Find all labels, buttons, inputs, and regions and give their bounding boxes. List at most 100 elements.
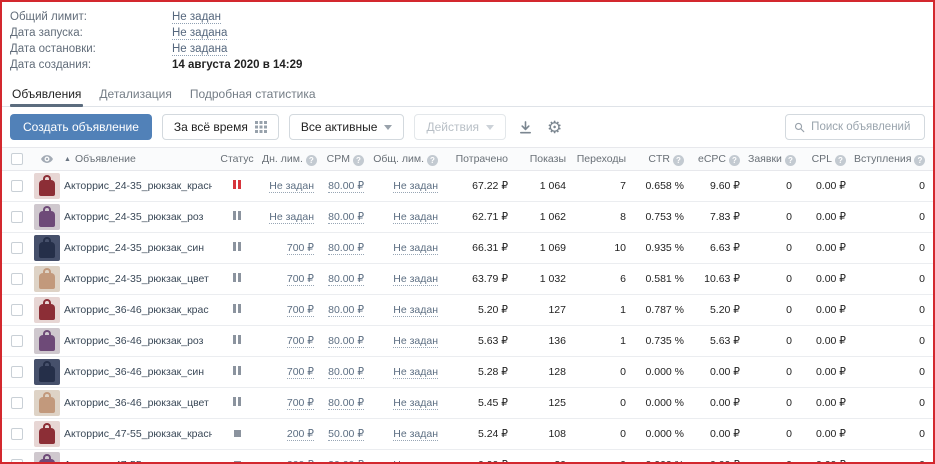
column-header-daily_limit[interactable]: Дн. лим.? <box>262 148 322 171</box>
total-limit-link[interactable]: Не задан <box>393 366 438 379</box>
ad-thumbnail[interactable] <box>34 328 60 354</box>
cpm-link[interactable]: 80.00 ₽ <box>328 304 364 317</box>
eye-icon[interactable] <box>40 152 54 166</box>
help-icon[interactable]: ? <box>427 155 438 166</box>
tab-item[interactable]: Детализация <box>99 81 171 106</box>
column-header-leads[interactable]: Заявки? <box>748 148 800 171</box>
ad-thumbnail[interactable] <box>34 297 60 323</box>
help-icon[interactable]: ? <box>306 155 317 166</box>
column-header-cpl[interactable]: CPL? <box>800 148 854 171</box>
total-limit-link[interactable]: Не задан <box>393 428 438 441</box>
daily-limit-link[interactable]: 700 ₽ <box>287 242 314 255</box>
daily-limit-link[interactable]: 700 ₽ <box>287 304 314 317</box>
daily-limit-link[interactable]: 200 ₽ <box>287 459 314 464</box>
ad-name-link[interactable]: Акторрис_24-35_рюкзак_красн <box>64 180 212 192</box>
ad-name-link[interactable]: Акторрис_36-46_рюкзак_крас <box>64 304 209 316</box>
cpm-link[interactable]: 30.00 ₽ <box>328 459 364 464</box>
cpm-link[interactable]: 80.00 ₽ <box>328 366 364 379</box>
column-header-ctr[interactable]: CTR? <box>634 148 692 171</box>
ad-thumbnail[interactable] <box>34 452 60 464</box>
daily-limit-link[interactable]: 700 ₽ <box>287 273 314 286</box>
daily-limit-link[interactable]: 700 ₽ <box>287 366 314 379</box>
backpack-body <box>39 180 55 196</box>
column-header-ecpc[interactable]: eCPC? <box>692 148 748 171</box>
period-selector-button[interactable]: За всё время <box>162 114 279 140</box>
row-checkbox[interactable] <box>11 242 23 254</box>
create-ad-button[interactable]: Создать объявление <box>10 114 152 140</box>
help-icon[interactable]: ? <box>673 155 684 166</box>
daily-limit-link[interactable]: Не задан <box>269 211 314 224</box>
ad-name-link[interactable]: Акторрис_36-46_рюкзак_цвет <box>64 397 209 409</box>
ad-thumbnail[interactable] <box>34 235 60 261</box>
row-checkbox[interactable] <box>11 366 23 378</box>
ad-name-link[interactable]: Акторрис_24-35_рюкзак_роз <box>64 211 203 223</box>
row-checkbox[interactable] <box>11 459 23 464</box>
ad-name-link[interactable]: Акторрис_47-55_рюкзак_роз <box>64 459 203 464</box>
row-checkbox[interactable] <box>11 335 23 347</box>
search-input[interactable] <box>811 121 916 133</box>
row-checkbox[interactable] <box>11 211 23 223</box>
ad-name-link[interactable]: Акторрис_24-35_рюкзак_син <box>64 242 204 254</box>
cpm-link[interactable]: 80.00 ₽ <box>328 211 364 224</box>
column-header-status[interactable]: Статус <box>212 148 262 171</box>
help-icon[interactable]: ? <box>353 155 364 166</box>
help-icon[interactable]: ? <box>785 155 796 166</box>
cpm-link[interactable]: 80.00 ₽ <box>328 242 364 255</box>
column-header-impressions[interactable]: Показы <box>516 148 574 171</box>
total-limit-link[interactable]: Не задан <box>393 242 438 255</box>
ad-thumbnail[interactable] <box>34 204 60 230</box>
row-checkbox[interactable] <box>11 180 23 192</box>
column-header-joins[interactable]: Вступления? <box>854 148 933 171</box>
row-checkbox[interactable] <box>11 273 23 285</box>
total-limit-link[interactable]: Не задан <box>393 335 438 348</box>
help-icon[interactable]: ? <box>914 155 925 166</box>
ad-thumbnail[interactable] <box>34 359 60 385</box>
total-limit-link[interactable]: Не задан <box>393 459 438 464</box>
cpm-link[interactable]: 50.00 ₽ <box>328 428 364 441</box>
daily-limit-link[interactable]: 200 ₽ <box>287 428 314 441</box>
column-label: Вступления <box>854 153 911 165</box>
export-download-button[interactable] <box>516 118 535 137</box>
daily-limit-link[interactable]: 700 ₽ <box>287 397 314 410</box>
daily-limit-link[interactable]: Не задан <box>269 180 314 193</box>
help-icon[interactable]: ? <box>835 155 846 166</box>
row-checkbox[interactable] <box>11 397 23 409</box>
ad-name-link[interactable]: Акторрис_24-35_рюкзак_цвет <box>64 273 209 285</box>
cpm-link[interactable]: 80.00 ₽ <box>328 273 364 286</box>
info-value-link[interactable]: Не задан <box>172 11 221 24</box>
ad-thumbnail[interactable] <box>34 390 60 416</box>
tab-active[interactable]: Объявления <box>12 81 81 106</box>
total-limit-link[interactable]: Не задан <box>393 273 438 286</box>
actions-dropdown[interactable]: Действия <box>414 114 506 140</box>
daily-limit-link[interactable]: 700 ₽ <box>287 335 314 348</box>
column-header-cpm[interactable]: CPM? <box>322 148 372 171</box>
tab-item[interactable]: Подробная статистика <box>190 81 316 106</box>
backpack-body <box>39 366 55 382</box>
total-limit-link[interactable]: Не задан <box>393 180 438 193</box>
info-value-link[interactable]: Не задана <box>172 43 227 56</box>
total-limit-link[interactable]: Не задан <box>393 304 438 317</box>
column-header-spent[interactable]: Потрачено <box>446 148 516 171</box>
ad-thumbnail[interactable] <box>34 266 60 292</box>
column-header-total_limit[interactable]: Общ. лим.? <box>372 148 446 171</box>
settings-button[interactable]: ⚙︎ <box>545 117 564 138</box>
total-limit-link[interactable]: Не задан <box>393 397 438 410</box>
info-value-link[interactable]: Не задана <box>172 27 227 40</box>
total-limit-link[interactable]: Не задан <box>393 211 438 224</box>
select-all-checkbox[interactable] <box>11 153 23 165</box>
status-paused-icon <box>233 335 241 344</box>
cpm-link[interactable]: 80.00 ₽ <box>328 397 364 410</box>
cpm-link[interactable]: 80.00 ₽ <box>328 180 364 193</box>
row-checkbox[interactable] <box>11 304 23 316</box>
ad-name-link[interactable]: Акторрис_47-55_рюкзак_красн <box>64 428 212 440</box>
ad-thumbnail[interactable] <box>34 173 60 199</box>
ad-name-link[interactable]: Акторрис_36-46_рюкзак_син <box>64 366 204 378</box>
ad-name-link[interactable]: Акторрис_36-46_рюкзак_роз <box>64 335 203 347</box>
cpm-link[interactable]: 80.00 ₽ <box>328 335 364 348</box>
help-icon[interactable]: ? <box>729 155 740 166</box>
column-header-clicks[interactable]: Переходы <box>574 148 634 171</box>
column-header-name[interactable]: ▲Объявление <box>62 148 212 171</box>
row-checkbox[interactable] <box>11 428 23 440</box>
ad-thumbnail[interactable] <box>34 421 60 447</box>
status-filter-dropdown[interactable]: Все активные <box>289 114 405 140</box>
